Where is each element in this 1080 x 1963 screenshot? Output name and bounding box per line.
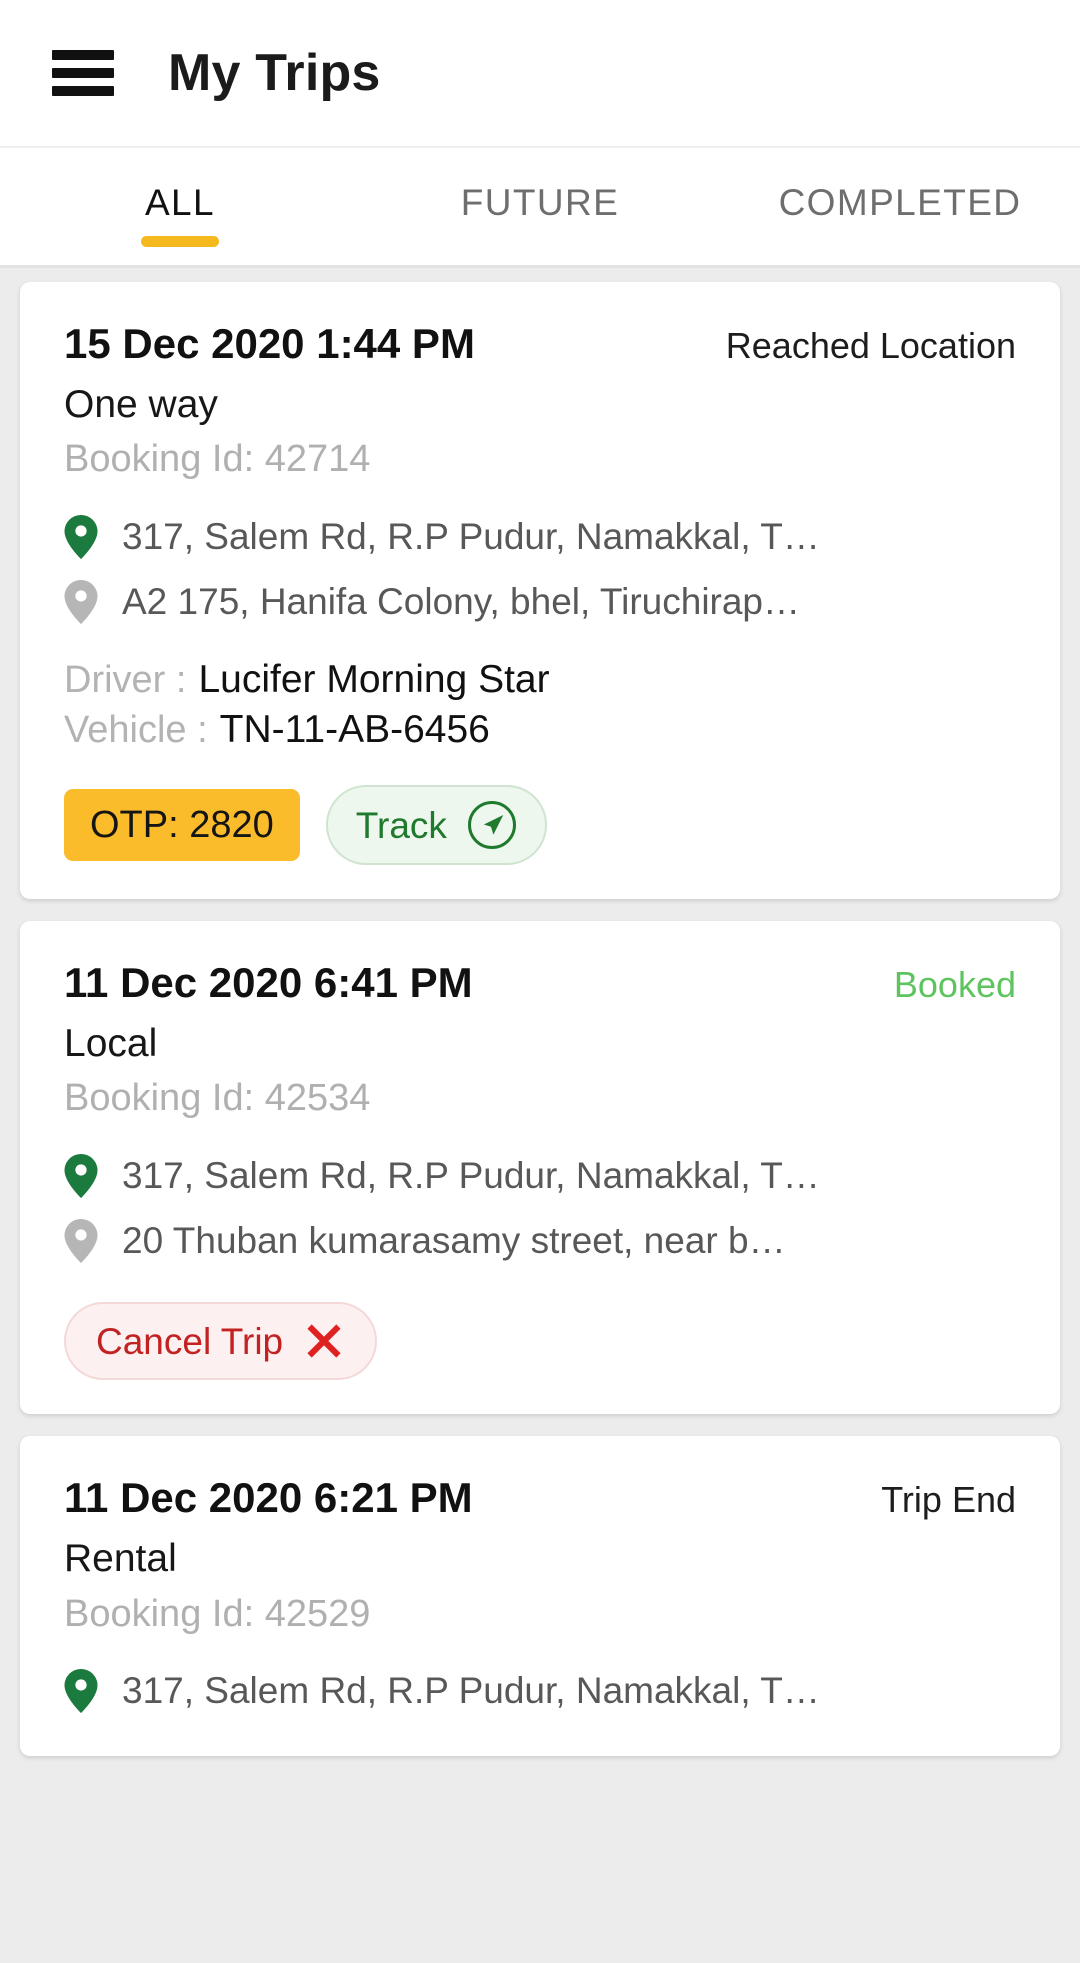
booking-id: Booking Id: 42714 — [64, 438, 371, 481]
map-pin-drop-icon — [64, 1218, 98, 1263]
tab-completed[interactable]: COMPLETED — [720, 148, 1080, 265]
cancel-trip-button[interactable]: Cancel Trip — [64, 1302, 378, 1381]
tab-all-label: ALL — [144, 182, 216, 223]
map-pin-pickup-icon — [64, 514, 98, 559]
hamburger-bar-3 — [52, 86, 114, 96]
track-button-label: Track — [355, 804, 447, 846]
drop-address-row: 20 Thuban kumarasamy street, near b… — [64, 1209, 1016, 1272]
driver-row: Driver : Lucifer Morning Star — [64, 655, 1016, 705]
tab-future-label: FUTURE — [460, 182, 620, 223]
trip-card[interactable]: 11 Dec 2020 6:41 PM Booked Local Booking… — [20, 921, 1060, 1415]
otp-badge[interactable]: OTP: 2820 — [64, 789, 300, 862]
hamburger-menu-icon[interactable] — [52, 50, 114, 96]
cancel-trip-label: Cancel Trip — [96, 1320, 284, 1362]
map-pin-drop-icon — [64, 579, 98, 624]
trip-card-header: 15 Dec 2020 1:44 PM Reached Location — [64, 320, 1016, 367]
pickup-address: 317, Salem Rd, R.P Pudur, Namakkal, T… — [122, 515, 820, 557]
tab-active-indicator — [141, 236, 219, 247]
tab-bar: ALL FUTURE COMPLETED — [0, 148, 1080, 268]
hamburger-bar-1 — [52, 50, 114, 60]
pickup-address-row: 317, Salem Rd, R.P Pudur, Namakkal, T… — [64, 1659, 1016, 1722]
driver-name: Lucifer Morning Star — [198, 658, 550, 702]
booking-id: Booking Id: 42529 — [64, 1592, 371, 1635]
address-group: 317, Salem Rd, R.P Pudur, Namakkal, T… A… — [64, 505, 1016, 633]
trip-type: One way — [64, 382, 218, 426]
vehicle-row: Vehicle : TN-11-AB-6456 — [64, 705, 1016, 755]
trip-actions: Cancel Trip — [64, 1302, 1016, 1381]
page-title: My Trips — [168, 44, 381, 102]
trip-meta-group: Driver : Lucifer Morning Star Vehicle : … — [64, 655, 1016, 755]
vehicle-number: TN-11-AB-6456 — [219, 708, 490, 752]
pickup-address-row: 317, Salem Rd, R.P Pudur, Namakkal, T… — [64, 1144, 1016, 1207]
trip-card[interactable]: 11 Dec 2020 6:21 PM Trip End Rental Book… — [20, 1436, 1060, 1757]
pickup-address: 317, Salem Rd, R.P Pudur, Namakkal, T… — [122, 1670, 820, 1712]
tab-completed-label: COMPLETED — [778, 182, 1022, 223]
tab-future-indicator — [501, 236, 579, 247]
vehicle-label: Vehicle : — [64, 709, 208, 752]
status-badge: Booked — [893, 964, 1016, 1006]
status-badge: Trip End — [881, 1479, 1016, 1521]
status-badge: Reached Location — [725, 325, 1016, 366]
address-group: 317, Salem Rd, R.P Pudur, Namakkal, T… — [64, 1659, 1016, 1722]
trip-datetime: 11 Dec 2020 6:21 PM — [64, 1474, 473, 1522]
address-group: 317, Salem Rd, R.P Pudur, Namakkal, T… 2… — [64, 1144, 1016, 1272]
tab-completed-indicator — [861, 236, 939, 247]
map-pin-pickup-icon — [64, 1668, 98, 1713]
close-x-icon — [307, 1324, 341, 1358]
hamburger-bar-2 — [52, 68, 114, 78]
track-button[interactable]: Track — [325, 785, 547, 866]
trip-type: Local — [64, 1021, 158, 1065]
app-bar: My Trips — [0, 0, 1080, 148]
trip-actions: OTP: 2820 Track — [64, 785, 1016, 866]
drop-address-row: A2 175, Hanifa Colony, bhel, Tiruchirap… — [64, 570, 1016, 633]
trip-datetime: 11 Dec 2020 6:41 PM — [64, 959, 473, 1007]
trip-type: Rental — [64, 1536, 177, 1580]
tab-all[interactable]: ALL — [0, 148, 360, 265]
driver-label: Driver : — [64, 659, 187, 702]
pickup-address: 317, Salem Rd, R.P Pudur, Namakkal, T… — [122, 1155, 820, 1196]
trip-card-header: 11 Dec 2020 6:41 PM Booked — [64, 959, 1016, 1007]
trip-datetime: 15 Dec 2020 1:44 PM — [64, 320, 475, 367]
pickup-address-row: 317, Salem Rd, R.P Pudur, Namakkal, T… — [64, 505, 1016, 568]
trip-card[interactable]: 15 Dec 2020 1:44 PM Reached Location One… — [20, 282, 1060, 900]
map-pin-pickup-icon — [64, 1153, 98, 1198]
booking-id: Booking Id: 42534 — [64, 1077, 371, 1120]
drop-address: 20 Thuban kumarasamy street, near b… — [122, 1220, 786, 1261]
navigation-arrow-icon — [467, 801, 516, 850]
trip-card-header: 11 Dec 2020 6:21 PM Trip End — [64, 1476, 1016, 1521]
my-trips-screen: My Trips ALL FUTURE COMPLETED 15 Dec 202… — [0, 0, 1080, 1963]
trip-list[interactable]: 15 Dec 2020 1:44 PM Reached Location One… — [0, 268, 1080, 1963]
drop-address: A2 175, Hanifa Colony, bhel, Tiruchirap… — [122, 580, 801, 622]
tab-future[interactable]: FUTURE — [360, 148, 720, 265]
